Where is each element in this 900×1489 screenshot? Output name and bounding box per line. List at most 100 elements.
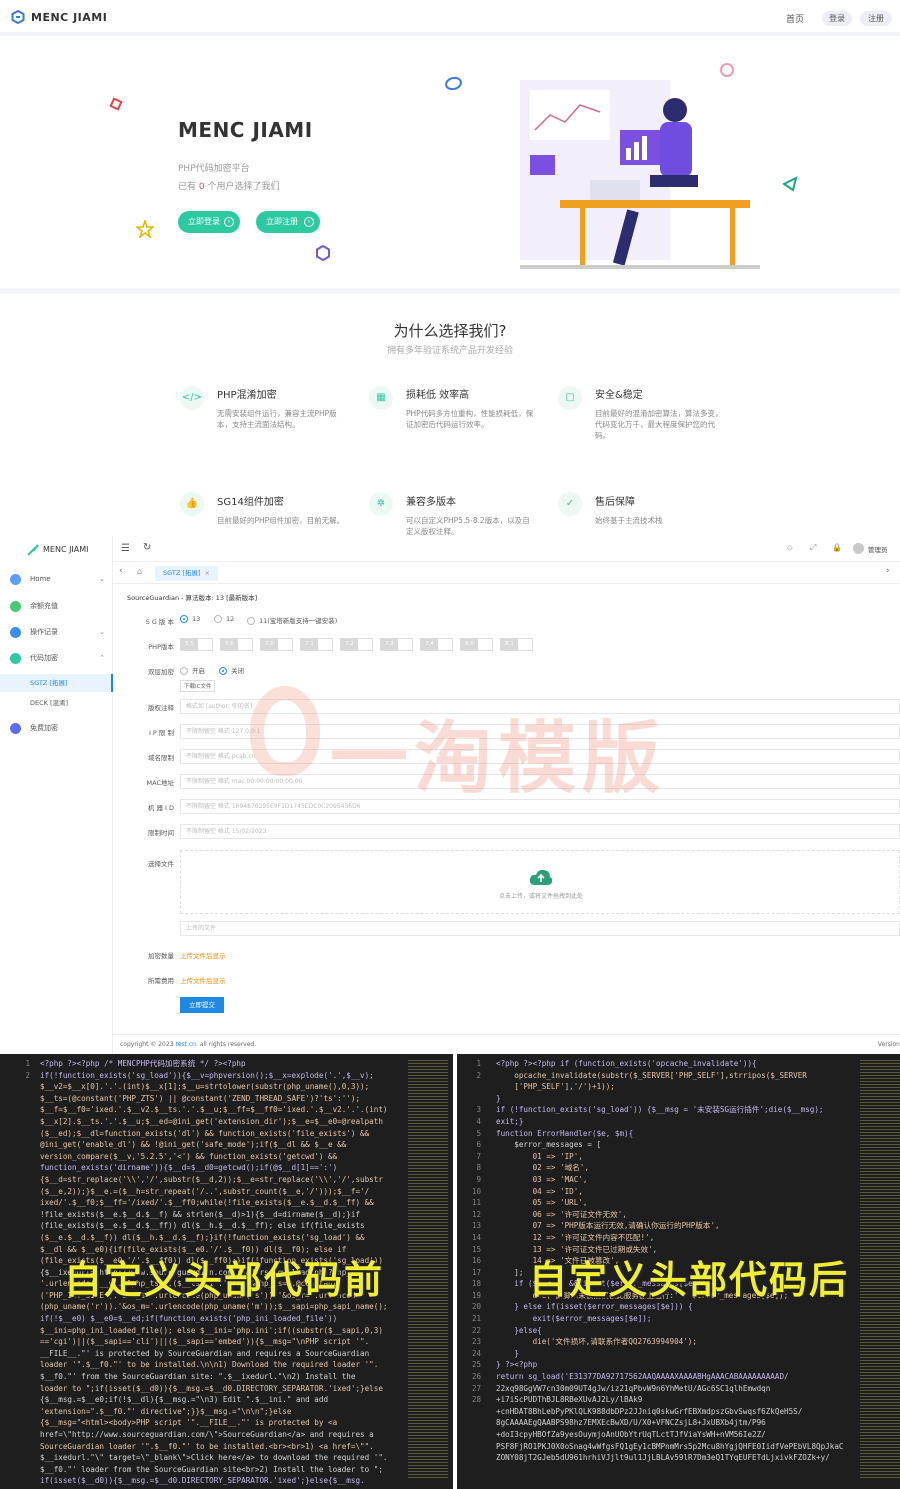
code-comparison: 12 <?php ?><?php /* MENCPHP代码加密系统 */ ?><…: [0, 1054, 900, 1489]
tab-label: SGTZ [拓展]: [163, 569, 201, 577]
count-suffix: 个用户选择了我们: [207, 182, 280, 192]
line-number: 10: [471, 1186, 481, 1196]
line-number: [0, 1220, 30, 1232]
cloud-upload-icon: [529, 869, 553, 885]
performance-icon: ▦: [369, 386, 393, 410]
line-number: [457, 1441, 481, 1453]
feature-title: PHP混淆加密: [217, 390, 277, 401]
sidebar-item-label: 操作记录: [30, 628, 58, 636]
submit-button[interactable]: 立即提交: [180, 997, 224, 1013]
code-line: +doI3cpyHBOfZa9yesOuymjoAnUObYtrUqTLctTJ…: [496, 1430, 766, 1439]
feature-desc: 无需安装组件运行，兼容主流PHP版本，支持主流面法结构。: [217, 409, 337, 429]
php-version-checkbox[interactable]: 7.1: [300, 638, 333, 651]
after-caption: 自定义头部代码后: [529, 1258, 850, 1302]
sidebar-item-records[interactable]: 操作记录 ⌄: [0, 622, 113, 642]
sidebar-item-label: 余额充值: [30, 602, 58, 610]
nav-login-button[interactable]: 登录: [822, 11, 852, 26]
php-version-checkbox[interactable]: 7.2: [340, 638, 373, 651]
hero-register-button[interactable]: 立即注册 ›: [256, 211, 320, 233]
nav-home-link[interactable]: 首页: [786, 12, 804, 25]
tabs-prev-icon[interactable]: ‹: [119, 566, 123, 576]
tag-icon[interactable]: ⬦: [787, 543, 793, 553]
sidebar-sub-sgtz[interactable]: SGTZ [拓展]: [0, 674, 113, 692]
close-icon[interactable]: ×: [205, 569, 210, 577]
php-version-checkbox[interactable]: 8.0: [460, 638, 493, 651]
line-number: 13: [471, 1221, 481, 1231]
menu-toggle-icon[interactable]: ☰: [121, 543, 130, 554]
hero-login-label: 立即登录: [188, 217, 220, 226]
watermark-logo-icon: [250, 686, 320, 776]
tabs-next-icon[interactable]: ›: [886, 566, 890, 576]
code-line: ixed/'.$__f0;$__ff='/ixed/'.$__ff0;while…: [40, 1198, 374, 1208]
code-after-pane: 12 3 4 5 6 7 8 9 10 11 12 13 14 15 16 17 18 19 20 21 22 23 24…: [457, 1054, 900, 1489]
line-number: 25: [471, 1360, 481, 1370]
line-number: [0, 1081, 30, 1093]
user-menu[interactable]: 管理员: [868, 544, 888, 554]
php-version-checkbox[interactable]: 7.4: [420, 638, 453, 651]
line-number: [0, 1267, 30, 1279]
line-number: 21: [471, 1314, 481, 1324]
sidebar-brand[interactable]: MENC JIAMI: [43, 545, 89, 554]
avatar[interactable]: [853, 543, 864, 554]
shield-icon: ▢: [558, 386, 582, 410]
code-line: die('文件损坏,请联系作者QQ2763994904');: [496, 1337, 697, 1347]
hero-login-button[interactable]: 立即登录 ›: [178, 211, 240, 233]
cost-label: 所需费用: [148, 977, 174, 985]
lock-screen-icon[interactable]: 🔒: [832, 543, 842, 552]
download-ic-button[interactable]: 下载IC文件: [180, 680, 216, 692]
php-version-checkbox[interactable]: 5.5: [180, 638, 213, 651]
sg-option-11[interactable]: 11(宝塔新版支持一键安装): [247, 615, 337, 625]
code-line: 04 => 'ID',: [496, 1186, 583, 1196]
code-line: if(isset($__d0)){$__msg.=$__d0.DIRECTORY…: [40, 1476, 365, 1486]
footer-link[interactable]: test.cn.: [175, 1041, 197, 1048]
php-version-checkbox[interactable]: 7.3: [380, 638, 413, 651]
code-line: $__f0."' loader from the SourceGuardian …: [40, 1464, 383, 1474]
sidebar-item-home[interactable]: Home ⌄: [0, 569, 113, 589]
line-number: 24: [471, 1348, 481, 1358]
code-line: }else{: [496, 1325, 542, 1335]
code-line: 02 => '域名',: [496, 1163, 589, 1173]
line-number: [0, 1313, 30, 1325]
landing-page: MENC JIAMI 首页 登录 注册 MENC JIAMI PHP代码加密平台…: [0, 0, 900, 540]
decor-ellipse-icon: [443, 75, 464, 92]
footer-rights: all rights reserved.: [199, 1041, 257, 1048]
support-icon: ✓: [558, 492, 582, 516]
sidebar-item-free-encrypt[interactable]: 免费加密: [0, 718, 113, 738]
line-number: [0, 1325, 30, 1337]
code-line: if(!function_exists('sg_load')){$__v=php…: [40, 1070, 374, 1080]
line-number: [0, 1348, 30, 1360]
home-tab-icon[interactable]: ⌂: [137, 567, 142, 576]
sidebar-sub-deck[interactable]: DECK [混淆]: [0, 694, 113, 712]
uploaded-file-input[interactable]: 上传的文件: [180, 921, 900, 936]
fullscreen-icon[interactable]: ⤢: [810, 543, 816, 553]
brand-name[interactable]: MENC JIAMI: [31, 11, 107, 24]
php-version-checkbox[interactable]: 7.0: [260, 638, 293, 651]
sg-option-13[interactable]: 13: [180, 615, 200, 623]
line-number: [0, 1197, 30, 1209]
code-line: function_exists('dirname')){$__d=$__d0=g…: [40, 1163, 338, 1173]
line-number: [0, 1475, 30, 1487]
hero-register-label: 立即注册: [266, 217, 298, 226]
refresh-icon[interactable]: ↻: [143, 542, 151, 553]
sidebar-item-recharge[interactable]: 余额充值: [0, 596, 113, 616]
php-version-checkbox[interactable]: 8.1: [500, 638, 533, 651]
feature-desc: 目前最好的混淆加密算法，算法多变，代码变化万千，最大程度保护您的代码。: [595, 409, 723, 440]
dual-off-radio[interactable]: 关闭: [219, 665, 244, 675]
admin-footer: copyright © 2023 test.cn. all rights res…: [113, 1034, 900, 1054]
nav-register-button[interactable]: 注册: [860, 11, 892, 26]
dual-on-radio[interactable]: 开启: [180, 665, 205, 675]
code-line: =='cgi')||($__sapi=='cli')||($__sapi=='e…: [40, 1337, 370, 1347]
code-line: __FILE__."' is protected by SourceGuardi…: [40, 1348, 370, 1358]
php-version-checkbox[interactable]: 5.6: [220, 638, 253, 651]
time-limit-input[interactable]: 不限制留空 格式 15/02/2023: [180, 824, 900, 839]
top-navbar: MENC JIAMI 首页 登录 注册: [0, 0, 900, 36]
code-line: $__ini=php_ini_loaded_file(); else $__in…: [40, 1325, 383, 1335]
line-number: 18: [471, 1279, 481, 1289]
code-line: }: [496, 1348, 519, 1358]
tab-sgtz[interactable]: SGTZ [拓展] ×: [155, 566, 218, 581]
sidebar-item-encrypt[interactable]: 代码加密 ⌃: [0, 648, 113, 668]
sg-option-12[interactable]: 12: [214, 615, 234, 623]
minimap[interactable]: [408, 1058, 448, 1478]
upload-dropzone[interactable]: 点击上传，或将文件拖拽到此处: [180, 850, 900, 914]
minimap[interactable]: [860, 1058, 900, 1478]
